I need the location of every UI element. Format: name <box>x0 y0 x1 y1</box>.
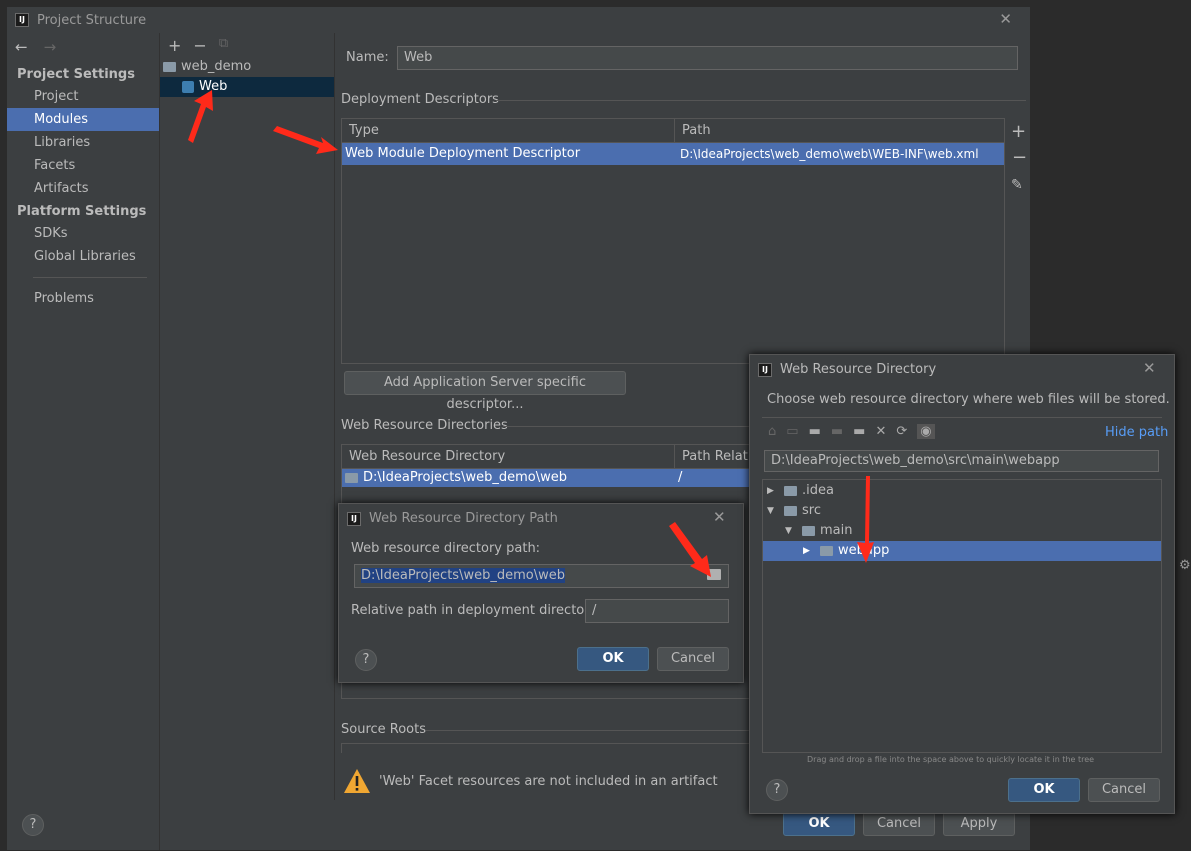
arrow-to-browse-icon <box>669 522 711 577</box>
arrow-to-web-module <box>188 90 213 143</box>
annotation-arrows <box>188 90 874 577</box>
arrow-to-descriptor <box>273 126 338 154</box>
arrow-to-webapp <box>857 476 874 563</box>
